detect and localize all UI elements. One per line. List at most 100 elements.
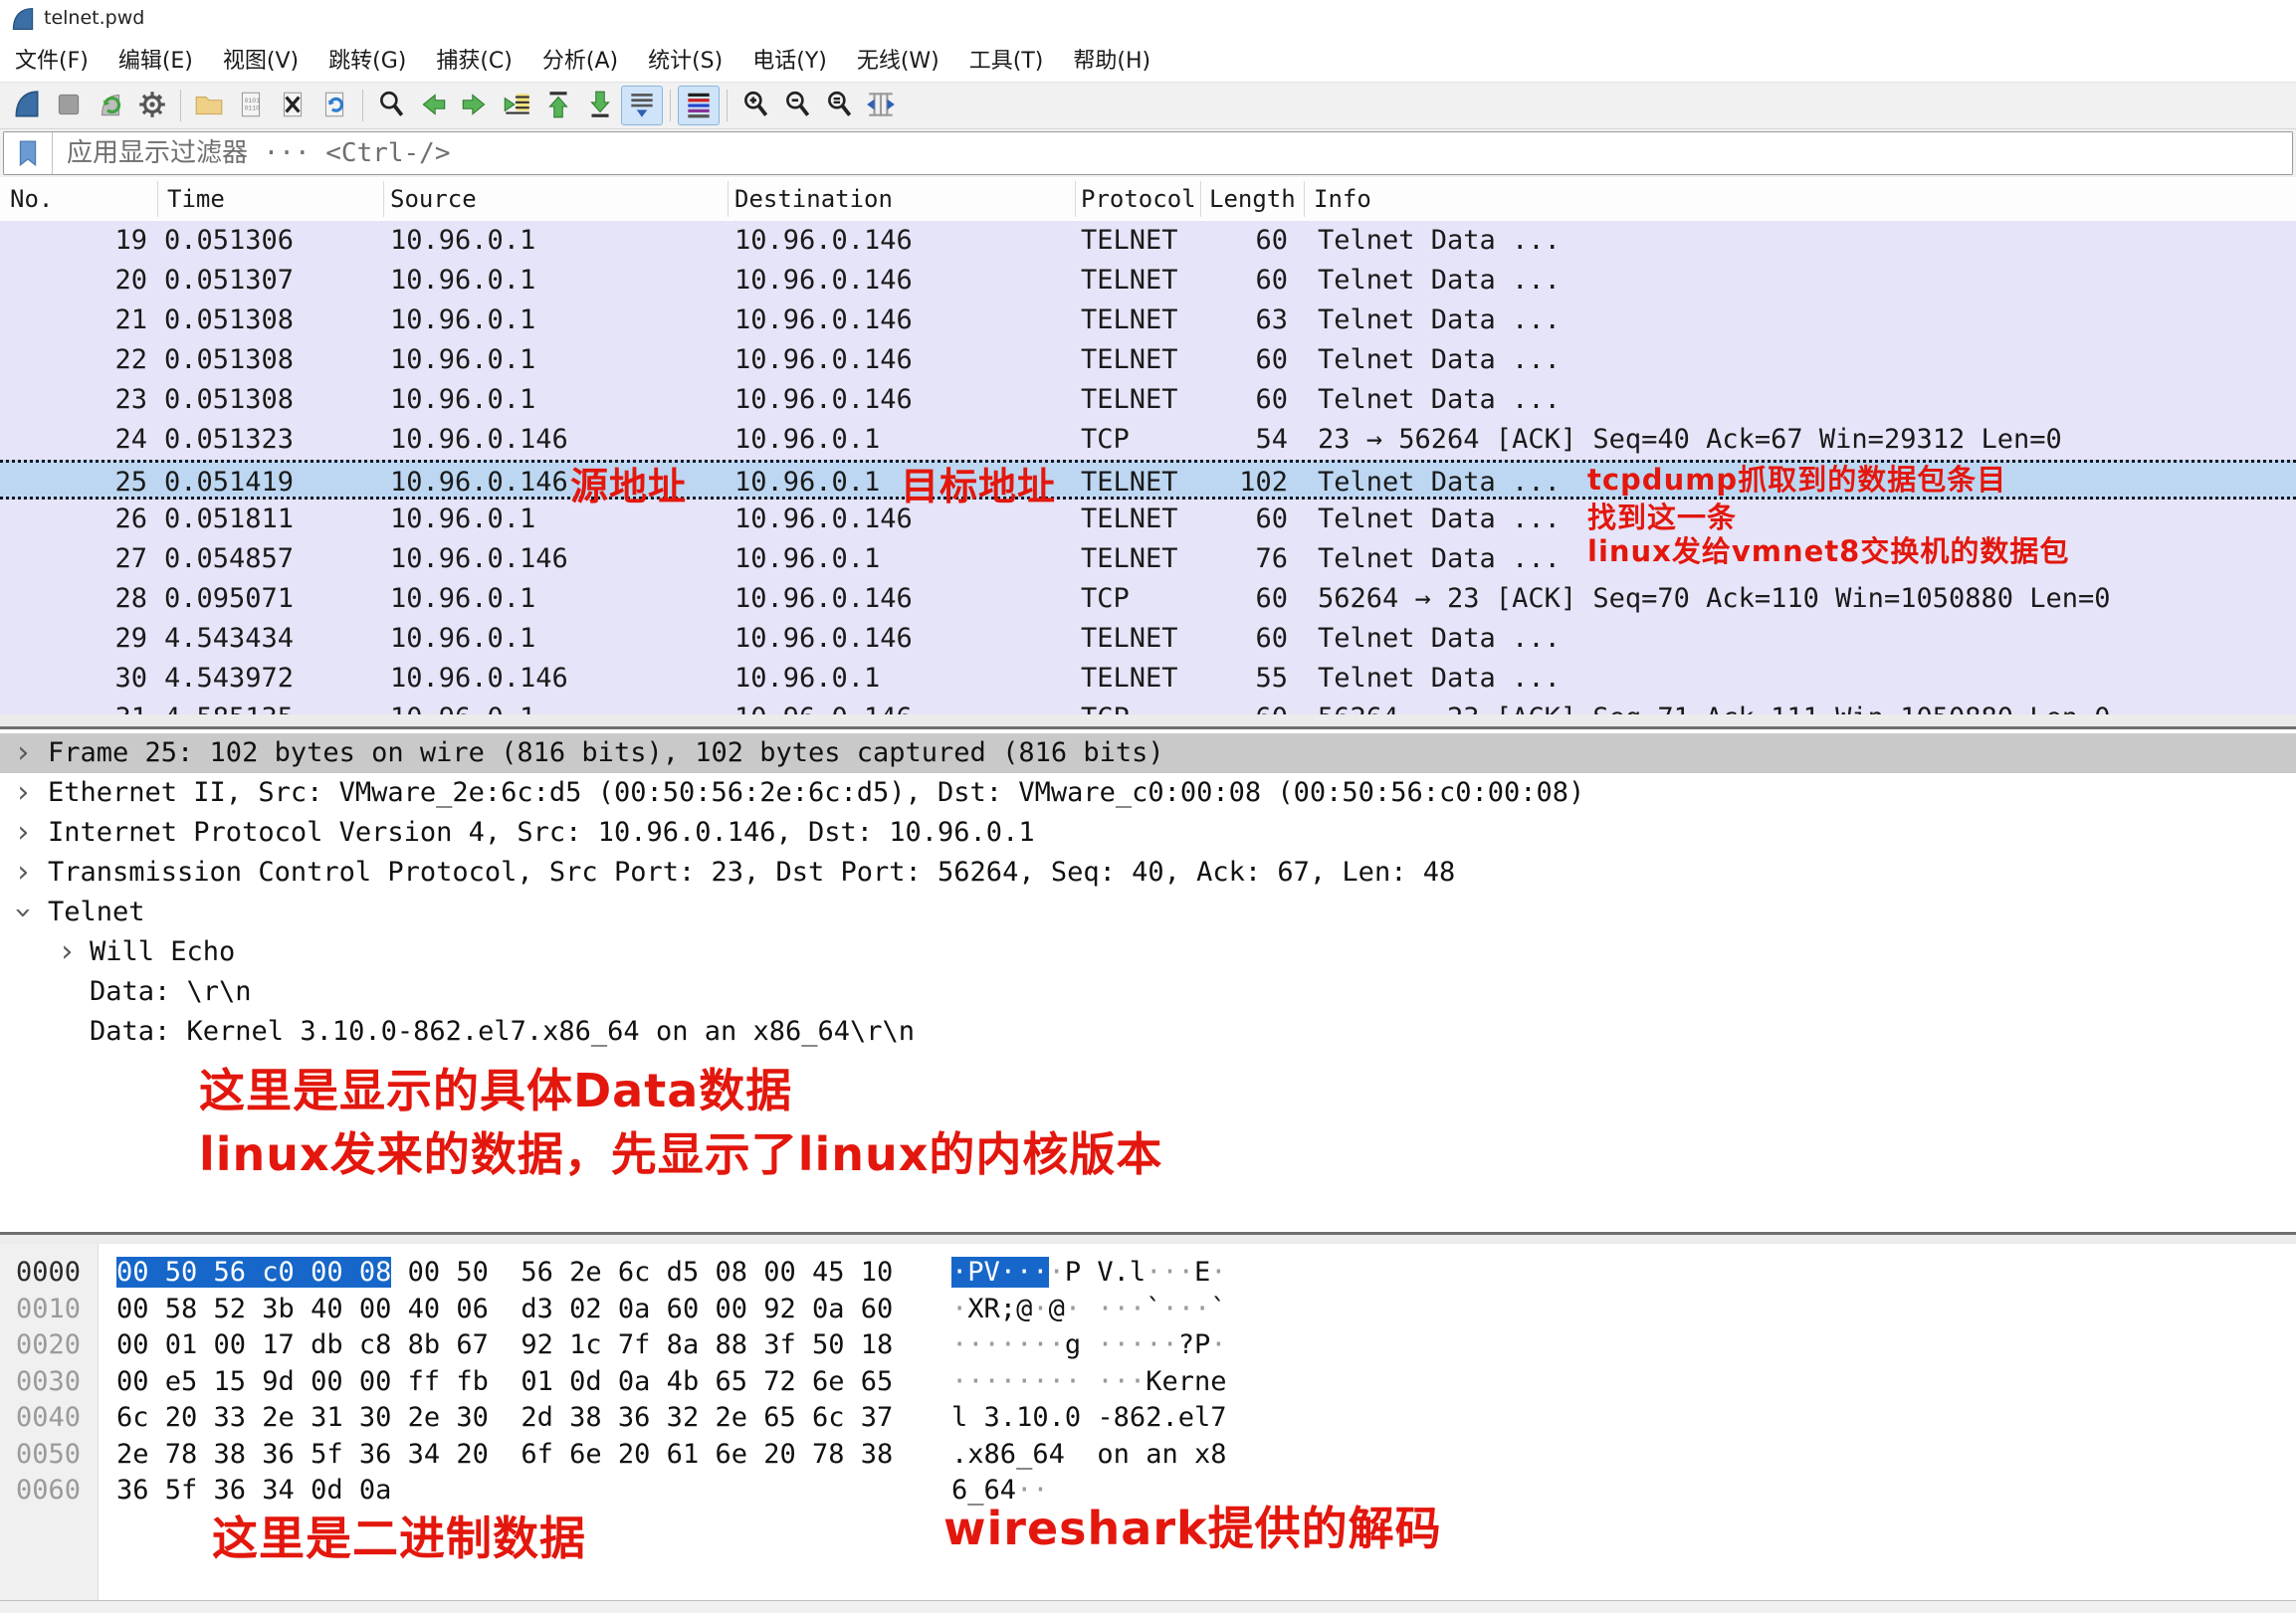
column-separator[interactable] — [157, 181, 158, 217]
non-printable-dot: · — [1130, 1294, 1146, 1324]
hex-ascii[interactable]: l 3.10.0 -862.el7 — [951, 1399, 1227, 1436]
cell-length: 60 — [1164, 500, 1288, 539]
packet-row-21[interactable]: 210.05130810.96.0.110.96.0.146TELNET63Te… — [0, 301, 2296, 340]
packet-row-28[interactable]: 280.09507110.96.0.110.96.0.146TCP6056264… — [0, 579, 2296, 619]
chevron-right-icon[interactable]: › — [14, 733, 32, 773]
packet-list-header: No. Time Source Destination Protocol Length In… — [0, 177, 2296, 222]
menu-item-view[interactable]: 视图(V) — [208, 37, 313, 81]
chevron-right-icon[interactable]: › — [14, 853, 32, 893]
menu-item-analyze[interactable]: 分析(A) — [527, 37, 633, 81]
stop-capture-button[interactable] — [48, 86, 90, 125]
chevron-down-icon[interactable]: › — [3, 904, 43, 921]
go-first-button[interactable] — [537, 86, 579, 125]
filter-bookmark-icon[interactable] — [4, 132, 53, 174]
detail-row[interactable]: ›Transmission Control Protocol, Src Port… — [0, 853, 2296, 893]
reload-file-button[interactable] — [313, 86, 355, 125]
detail-row[interactable]: Data: \r\n — [0, 972, 2296, 1012]
go-to-packet-button[interactable] — [496, 86, 537, 125]
detail-row[interactable]: ›Will Echo — [0, 932, 2296, 972]
column-separator[interactable] — [1075, 181, 1076, 217]
cell-no: 24 — [0, 420, 147, 460]
restart-capture-button[interactable] — [90, 86, 131, 125]
find-packet-button[interactable] — [370, 86, 412, 125]
hex-row-0040[interactable]: 00406c 20 33 2e 31 30 2e 30 2d 38 36 32 … — [0, 1399, 2296, 1436]
non-printable-dot: · — [1049, 1366, 1065, 1397]
cell-length: 76 — [1164, 539, 1288, 579]
auto-scroll-button[interactable] — [621, 86, 663, 125]
column-header-source[interactable]: Source — [390, 185, 477, 213]
column-separator[interactable] — [1200, 181, 1201, 217]
pane-splitter-top[interactable] — [0, 714, 2296, 729]
packet-row-24[interactable]: 240.05132310.96.0.14610.96.0.1TCP5423 → … — [0, 420, 2296, 460]
hex-ascii[interactable]: ········ ···Kerne — [951, 1363, 1227, 1400]
menu-item-edit[interactable]: 编辑(E) — [104, 37, 208, 81]
close-file-button[interactable] — [272, 86, 313, 125]
cell-protocol: TCP — [1081, 699, 1130, 714]
hex-bytes[interactable]: 6c 20 33 2e 31 30 2e 30 2d 38 36 32 2e 6… — [116, 1399, 893, 1436]
start-capture-button[interactable] — [6, 86, 48, 125]
hex-row-0030[interactable]: 003000 e5 15 9d 00 00 ff fb 01 0d 0a 4b … — [0, 1363, 2296, 1400]
column-separator[interactable] — [1304, 181, 1305, 217]
hex-row-0010[interactable]: 001000 58 52 3b 40 00 40 06 d3 02 0a 60 … — [0, 1291, 2296, 1327]
column-header-destination[interactable]: Destination — [734, 185, 893, 213]
packet-row-22[interactable]: 220.05130810.96.0.110.96.0.146TELNET60Te… — [0, 340, 2296, 380]
go-last-button[interactable] — [579, 86, 621, 125]
menu-item-statistics[interactable]: 统计(S) — [633, 37, 737, 81]
save-file-button[interactable]: 01010110 — [230, 86, 272, 125]
detail-row[interactable]: ›Telnet — [0, 893, 2296, 932]
hex-ascii[interactable]: .x86_64 on an x8 — [951, 1436, 1227, 1473]
packet-row-19[interactable]: 190.05130610.96.0.110.96.0.146TELNET60Te… — [0, 221, 2296, 261]
hex-bytes[interactable]: 00 58 52 3b 40 00 40 06 d3 02 0a 60 00 9… — [116, 1291, 893, 1327]
wireshark-logo-icon — [10, 6, 36, 32]
go-forward-button[interactable] — [454, 86, 496, 125]
zoom-reset-button[interactable] — [818, 86, 860, 125]
detail-row[interactable]: ›Internet Protocol Version 4, Src: 10.96… — [0, 813, 2296, 853]
menu-item-wireless[interactable]: 无线(W) — [842, 37, 954, 81]
detail-row[interactable]: ›Ethernet II, Src: VMware_2e:6c:d5 (00:5… — [0, 773, 2296, 813]
packet-row-29[interactable]: 294.54343410.96.0.110.96.0.146TELNET60Te… — [0, 619, 2296, 659]
display-filter-input[interactable] — [53, 131, 2292, 175]
column-header-length[interactable]: Length — [1209, 185, 1296, 213]
chevron-right-icon[interactable]: › — [58, 932, 76, 972]
hex-row-0000[interactable]: 000000 50 56 c0 00 08 00 50 56 2e 6c d5 … — [0, 1254, 2296, 1291]
hex-ascii[interactable]: ·PV····P V.l···E· — [951, 1254, 1226, 1291]
capture-options-button[interactable] — [131, 86, 173, 125]
non-printable-dot: · — [1097, 1329, 1113, 1360]
hex-bytes[interactable]: 00 e5 15 9d 00 00 ff fb 01 0d 0a 4b 65 7… — [116, 1363, 893, 1400]
hex-bytes[interactable]: 00 50 56 c0 00 08 00 50 56 2e 6c d5 08 0… — [116, 1254, 893, 1291]
packet-row-31[interactable]: 314.58513510.96.0.110.96.0.146TCP6056264… — [0, 699, 2296, 714]
zoom-out-button[interactable] — [776, 86, 818, 125]
hex-row-0050[interactable]: 00502e 78 38 36 5f 36 34 20 6f 6e 20 61 … — [0, 1436, 2296, 1473]
column-header-time[interactable]: Time — [167, 185, 225, 213]
hex-bytes[interactable]: 00 01 00 17 db c8 8b 67 92 1c 7f 8a 88 3… — [116, 1326, 893, 1363]
hex-ascii[interactable]: ·XR;@·@· ···`···` — [951, 1291, 1227, 1327]
menu-item-go[interactable]: 跳转(G) — [313, 37, 421, 81]
hex-bytes[interactable]: 2e 78 38 36 5f 36 34 20 6f 6e 20 61 6e 2… — [116, 1436, 893, 1473]
column-header-protocol[interactable]: Protocol — [1081, 185, 1196, 213]
packet-row-20[interactable]: 200.05130710.96.0.110.96.0.146TELNET60Te… — [0, 261, 2296, 301]
non-printable-dot: · — [1178, 1257, 1194, 1288]
packet-row-23[interactable]: 230.05130810.96.0.110.96.0.146TELNET60Te… — [0, 380, 2296, 420]
menu-item-telephony[interactable]: 电话(Y) — [737, 37, 842, 81]
menu-item-help[interactable]: 帮助(H) — [1058, 37, 1165, 81]
open-file-button[interactable] — [188, 86, 230, 125]
column-separator[interactable] — [728, 181, 729, 217]
hex-row-0020[interactable]: 002000 01 00 17 db c8 8b 67 92 1c 7f 8a … — [0, 1326, 2296, 1363]
resize-columns-button[interactable] — [860, 86, 902, 125]
detail-row[interactable]: ›Frame 25: 102 bytes on wire (816 bits),… — [0, 733, 2296, 773]
menu-item-tools[interactable]: 工具(T) — [954, 37, 1059, 81]
packet-row-30[interactable]: 304.54397210.96.0.14610.96.0.1TELNET55Te… — [0, 659, 2296, 699]
column-header-info[interactable]: Info — [1314, 185, 1371, 213]
go-back-button[interactable] — [412, 86, 454, 125]
colorize-button[interactable] — [678, 86, 720, 125]
column-separator[interactable] — [383, 181, 384, 217]
menu-item-capture[interactable]: 捕获(C) — [421, 37, 527, 81]
chevron-right-icon[interactable]: › — [14, 813, 32, 853]
zoom-in-button[interactable] — [734, 86, 776, 125]
chevron-right-icon[interactable]: › — [14, 773, 32, 813]
menu-item-file[interactable]: 文件(F) — [0, 37, 104, 81]
hex-ascii[interactable]: ·······g ·····?P· — [951, 1326, 1227, 1363]
column-header-no[interactable]: No. — [10, 185, 53, 213]
non-printable-dot: · — [1178, 1294, 1194, 1324]
detail-row[interactable]: Data: Kernel 3.10.0-862.el7.x86_64 on an… — [0, 1012, 2296, 1052]
